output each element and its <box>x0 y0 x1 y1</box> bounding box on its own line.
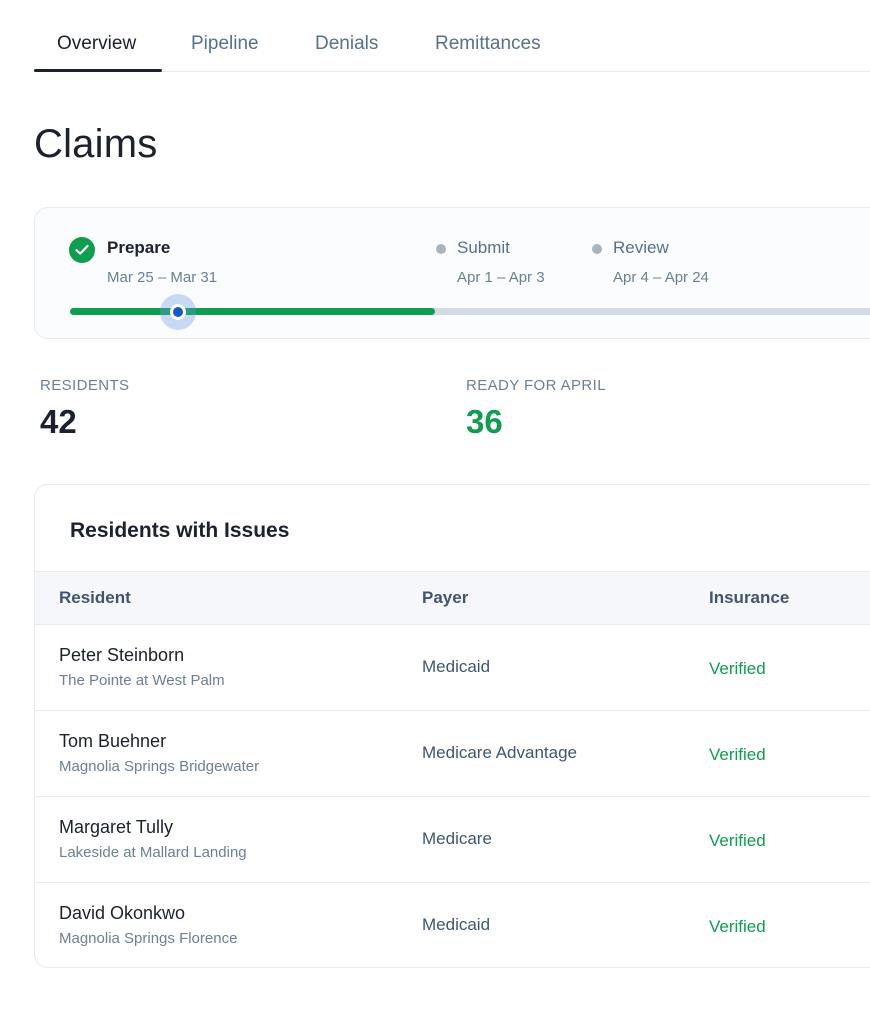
card-title: Residents with Issues <box>70 519 290 542</box>
resident-facility: Magnolia Springs Bridgewater <box>59 758 260 775</box>
step-review-dates: Apr 4 – Apr 24 <box>613 269 709 286</box>
progress-fill <box>70 308 436 315</box>
step-submit-dot-icon <box>436 244 446 254</box>
tab-bar: Overview Pipeline Denials Remittances <box>34 0 870 72</box>
resident-name[interactable]: Tom Buehner <box>59 731 166 752</box>
residents-label: RESIDENTS <box>40 377 130 394</box>
resident-name[interactable]: Peter Steinborn <box>59 645 184 666</box>
step-review-dot-icon <box>592 244 602 254</box>
active-tab-indicator <box>34 69 162 72</box>
resident-name[interactable]: David Okonkwo <box>59 903 185 924</box>
ready-label: READY FOR APRIL <box>466 377 606 394</box>
tab-pipeline[interactable]: Pipeline <box>191 33 259 55</box>
resident-facility: Lakeside at Mallard Landing <box>59 844 247 861</box>
step-submit-dates: Apr 1 – Apr 3 <box>457 269 545 286</box>
payer-cell: Medicaid <box>422 915 491 934</box>
payer-cell: Medicare <box>422 829 492 848</box>
insurance-status: Verified <box>709 917 766 936</box>
step-prepare-title: Prepare <box>107 238 171 257</box>
column-header-resident[interactable]: Resident <box>59 588 131 608</box>
insurance-status: Verified <box>709 745 766 764</box>
column-header-payer[interactable]: Payer <box>422 588 468 608</box>
claims-page: Overview Pipeline Denials Remittances Cl… <box>0 0 870 1010</box>
ready-count: 36 <box>466 403 503 440</box>
step-prepare-dates: Mar 25 – Mar 31 <box>107 269 218 286</box>
payer-cell: Medicare Advantage <box>422 743 577 762</box>
step-review-title: Review <box>613 238 669 257</box>
table-row[interactable]: Tom Buehner Magnolia Springs Bridgewater… <box>35 711 870 797</box>
step-submit-title: Submit <box>457 238 510 257</box>
table-row[interactable]: Margaret Tully Lakeside at Mallard Landi… <box>35 797 870 883</box>
payer-cell: Medicaid <box>422 657 491 676</box>
resident-facility: The Pointe at West Palm <box>59 672 225 689</box>
column-header-insurance[interactable]: Insurance <box>709 588 789 608</box>
check-icon <box>69 237 95 263</box>
table-row[interactable]: Peter Steinborn The Pointe at West Palm … <box>35 625 870 711</box>
table-row[interactable]: David Okonkwo Magnolia Springs Florence … <box>35 883 870 967</box>
claims-timeline: Prepare Mar 25 – Mar 31 Submit Apr 1 – A… <box>34 207 870 339</box>
page-title: Claims <box>34 122 158 166</box>
resident-name[interactable]: Margaret Tully <box>59 817 173 838</box>
tab-overview[interactable]: Overview <box>57 33 136 55</box>
residents-with-issues-card: Residents with Issues Resident Payer Ins… <box>34 484 870 968</box>
table-header: Resident Payer Insurance <box>35 571 870 625</box>
insurance-status: Verified <box>709 659 766 678</box>
residents-count: 42 <box>40 403 77 440</box>
tab-remittances[interactable]: Remittances <box>435 33 541 55</box>
insurance-status: Verified <box>709 831 766 850</box>
progress-handle[interactable] <box>169 303 186 320</box>
resident-facility: Magnolia Springs Florence <box>59 930 238 947</box>
tab-denials[interactable]: Denials <box>315 33 378 55</box>
